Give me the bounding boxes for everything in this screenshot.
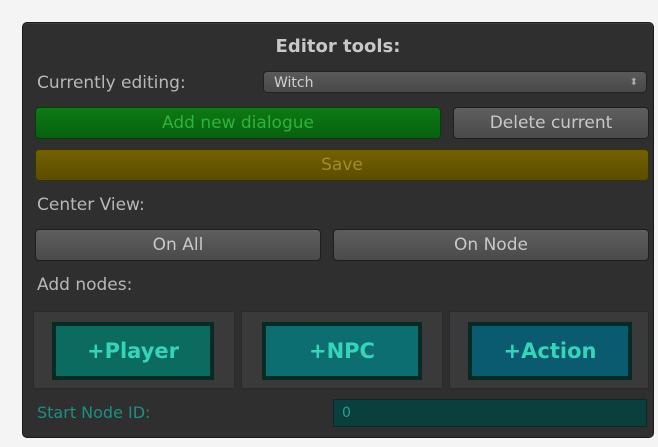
dialogue-select-value: Witch [274, 75, 314, 91]
dialogue-select[interactable]: Witch ⬍ [263, 71, 647, 93]
add-action-node-button[interactable]: +Action [468, 322, 632, 380]
panel-title: Editor tools: [275, 36, 401, 57]
editor-tools-panel: Editor tools: Currently editing: Witch ⬍… [22, 22, 654, 438]
action-node-slot: +Action [449, 311, 649, 389]
center-view-label: Center View: [37, 195, 145, 215]
select-arrow-icon: ⬍ [629, 77, 638, 88]
delete-current-button[interactable]: Delete current [453, 107, 649, 139]
start-node-id-field[interactable]: 0 [333, 399, 647, 427]
player-node-slot: +Player [33, 311, 235, 389]
start-node-id-label: Start Node ID: [37, 403, 151, 422]
save-button[interactable]: Save [35, 149, 649, 181]
currently-editing-label: Currently editing: [37, 73, 186, 93]
add-player-node-button[interactable]: +Player [52, 322, 214, 380]
center-on-all-button[interactable]: On All [35, 229, 321, 261]
add-nodes-label: Add nodes: [37, 275, 133, 295]
center-on-node-button[interactable]: On Node [333, 229, 649, 261]
add-npc-node-button[interactable]: +NPC [262, 322, 422, 380]
npc-node-slot: +NPC [241, 311, 443, 389]
add-new-dialogue-button[interactable]: Add new dialogue [35, 107, 441, 139]
